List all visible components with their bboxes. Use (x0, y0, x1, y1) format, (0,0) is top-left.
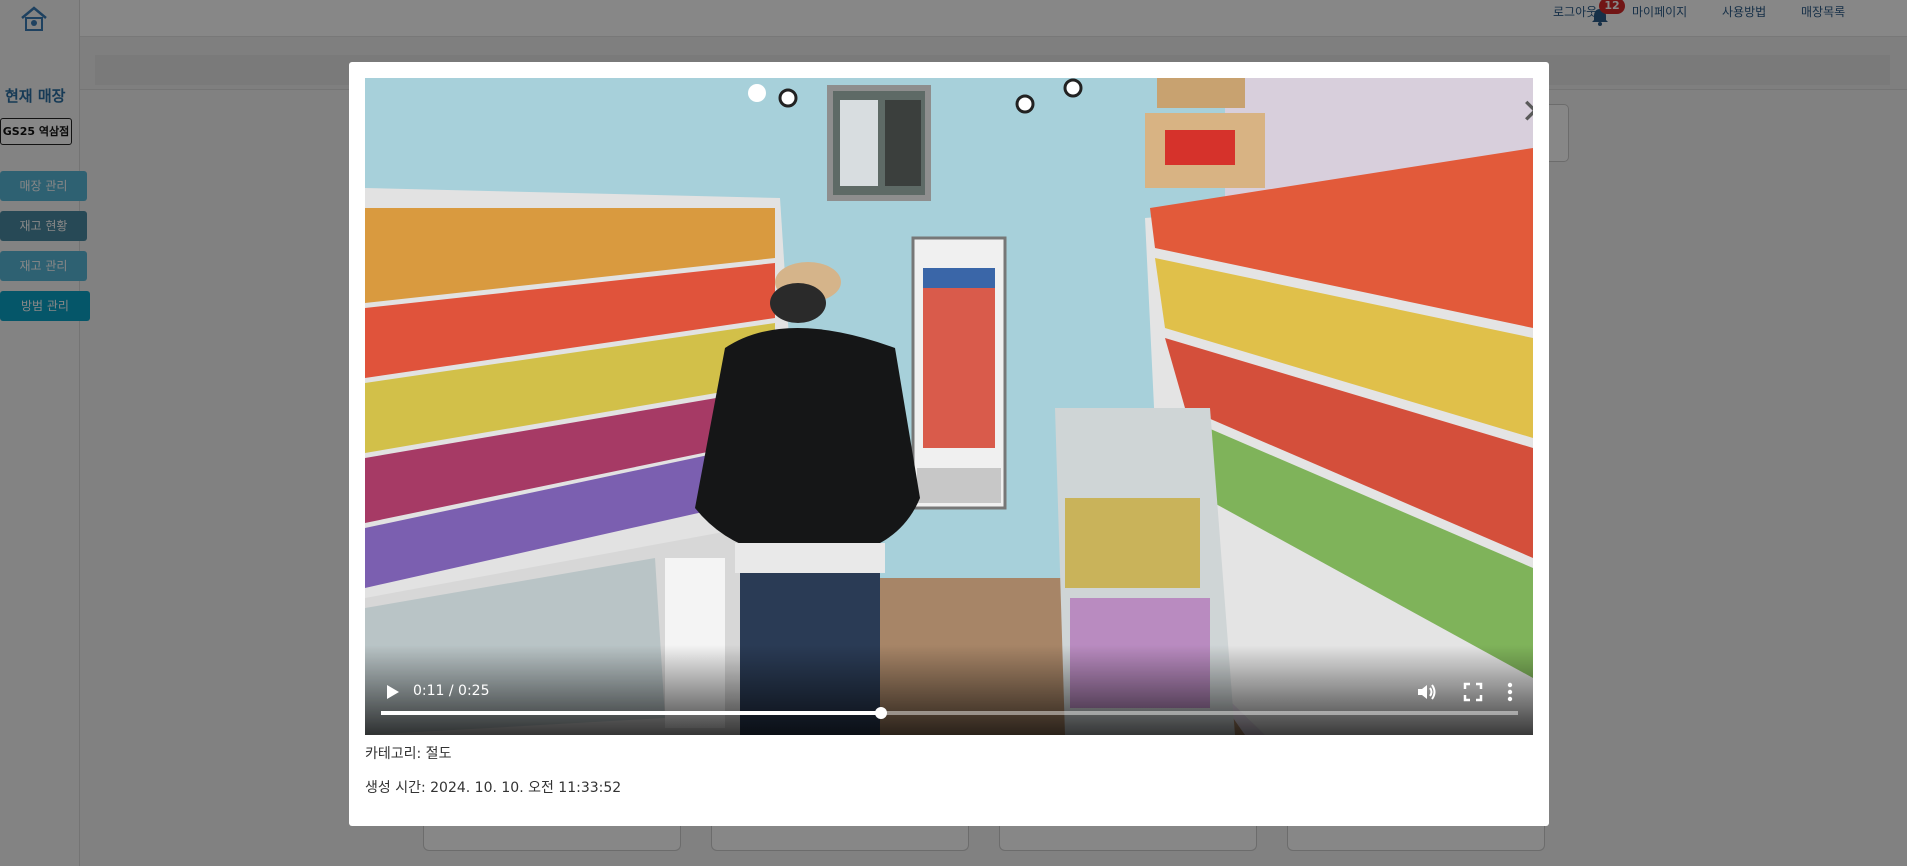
more-options-icon[interactable] (1505, 681, 1515, 703)
video-time-display: 0:11 / 0:25 (413, 683, 490, 699)
fullscreen-icon[interactable] (1463, 682, 1483, 702)
play-icon[interactable] (383, 683, 401, 701)
video-progress-fill (381, 711, 882, 715)
video-modal: 0:11 / 0:25 ✕ 카테고리: 절도 생성 시간: 2024. 10. … (349, 62, 1549, 826)
video-player[interactable]: 0:11 / 0:25 ✕ (365, 78, 1533, 735)
close-icon[interactable]: ✕ (1520, 95, 1533, 129)
video-created-time: 생성 시간: 2024. 10. 10. 오전 11:33:52 (365, 780, 622, 796)
video-progress-bar[interactable] (381, 707, 1518, 719)
video-frame-scene (365, 78, 1533, 735)
volume-icon[interactable] (1415, 681, 1437, 703)
video-category: 카테고리: 절도 (365, 746, 452, 762)
video-controls-background (365, 645, 1533, 735)
